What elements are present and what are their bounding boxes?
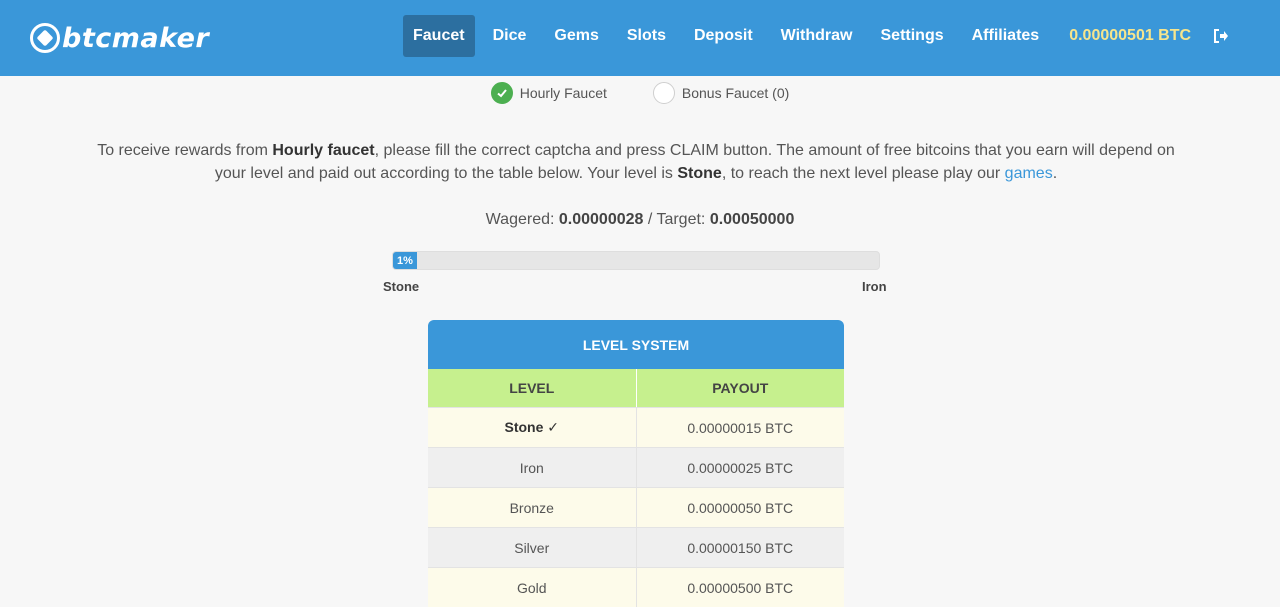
intro-text-4: .	[1052, 165, 1058, 182]
nav-settings[interactable]: Settings	[871, 15, 954, 57]
payout-cell: 0.00000050 BTC	[635, 488, 845, 527]
table-row: Stone ✓ 0.00000015 BTC	[428, 407, 844, 447]
wagered-label: Wagered:	[485, 211, 559, 228]
intro-text-3: , to reach the next level please play ou…	[721, 165, 1005, 182]
intro-current-level: Stone	[677, 165, 722, 182]
current-level-label: Stone	[383, 279, 420, 294]
wagered-value: 0.00000028	[558, 211, 644, 228]
level-cell: Bronze	[509, 499, 554, 516]
level-cell: Stone ✓	[504, 419, 559, 435]
wager-separator: /	[643, 211, 657, 228]
nav-gems[interactable]: Gems	[544, 15, 608, 57]
level-cell: Silver	[514, 539, 550, 556]
column-level: LEVEL	[509, 380, 555, 396]
table-row: Iron 0.00000025 BTC	[428, 447, 844, 487]
level-progress-bar: 1%	[392, 251, 880, 270]
payout-cell: 0.00000015 BTC	[635, 408, 845, 447]
table-row: Silver 0.00000150 BTC	[428, 527, 844, 567]
intro-faucet-name: Hourly faucet	[272, 142, 375, 159]
bonus-faucet-option[interactable]: Bonus Faucet (0)	[652, 82, 790, 104]
nav-withdraw[interactable]: Withdraw	[771, 15, 863, 57]
target-value: 0.00050000	[709, 211, 795, 228]
table-row: Gold 0.00000500 BTC	[428, 567, 844, 607]
top-navbar: btcmaker Faucet Dice Gems Slots Deposit …	[0, 0, 1280, 76]
faucet-type-selector: Hourly Faucet Bonus Faucet (0)	[0, 82, 1280, 104]
brand-logo[interactable]: btcmaker	[30, 20, 209, 56]
level-table-title: LEVEL SYSTEM	[428, 320, 844, 369]
balance-display[interactable]: 0.00000501 BTC	[1057, 15, 1203, 57]
unchecked-radio-icon	[652, 82, 675, 104]
hourly-faucet-option[interactable]: Hourly Faucet	[490, 82, 607, 104]
level-cell: Iron	[519, 459, 544, 476]
main-nav: Faucet Dice Gems Slots Deposit Withdraw …	[403, 15, 1231, 57]
level-system-table: LEVEL SYSTEM LEVEL PAYOUT Stone ✓ 0.0000…	[428, 320, 844, 607]
next-level-label: Iron	[862, 279, 887, 294]
logo-icon	[30, 23, 60, 53]
payout-cell: 0.00000025 BTC	[635, 448, 845, 487]
nav-faucet[interactable]: Faucet	[403, 15, 475, 57]
hourly-faucet-label: Hourly Faucet	[519, 85, 607, 101]
nav-deposit[interactable]: Deposit	[684, 15, 763, 57]
level-table-header: LEVEL PAYOUT	[428, 369, 844, 407]
target-label: Target:	[656, 211, 710, 228]
checked-icon	[490, 82, 513, 104]
level-cell: Gold	[516, 579, 547, 596]
nav-dice[interactable]: Dice	[483, 15, 537, 57]
games-link[interactable]: games	[1005, 165, 1053, 182]
payout-cell: 0.00000500 BTC	[635, 568, 845, 607]
wager-status: Wagered: 0.00000028 / Target: 0.00050000	[0, 211, 1280, 229]
faucet-instructions: To receive rewards from Hourly faucet, p…	[80, 139, 1192, 185]
level-progress-fill: 1%	[393, 252, 417, 269]
intro-text-1: To receive rewards from	[97, 142, 273, 159]
nav-slots[interactable]: Slots	[617, 15, 676, 57]
nav-affiliates[interactable]: Affiliates	[962, 15, 1050, 57]
logout-icon[interactable]	[1213, 27, 1231, 45]
table-row: Bronze 0.00000050 BTC	[428, 487, 844, 527]
brand-name: btcmaker	[62, 22, 210, 54]
bonus-faucet-label: Bonus Faucet (0)	[681, 85, 790, 101]
column-payout: PAYOUT	[635, 369, 845, 407]
payout-cell: 0.00000150 BTC	[635, 528, 845, 567]
